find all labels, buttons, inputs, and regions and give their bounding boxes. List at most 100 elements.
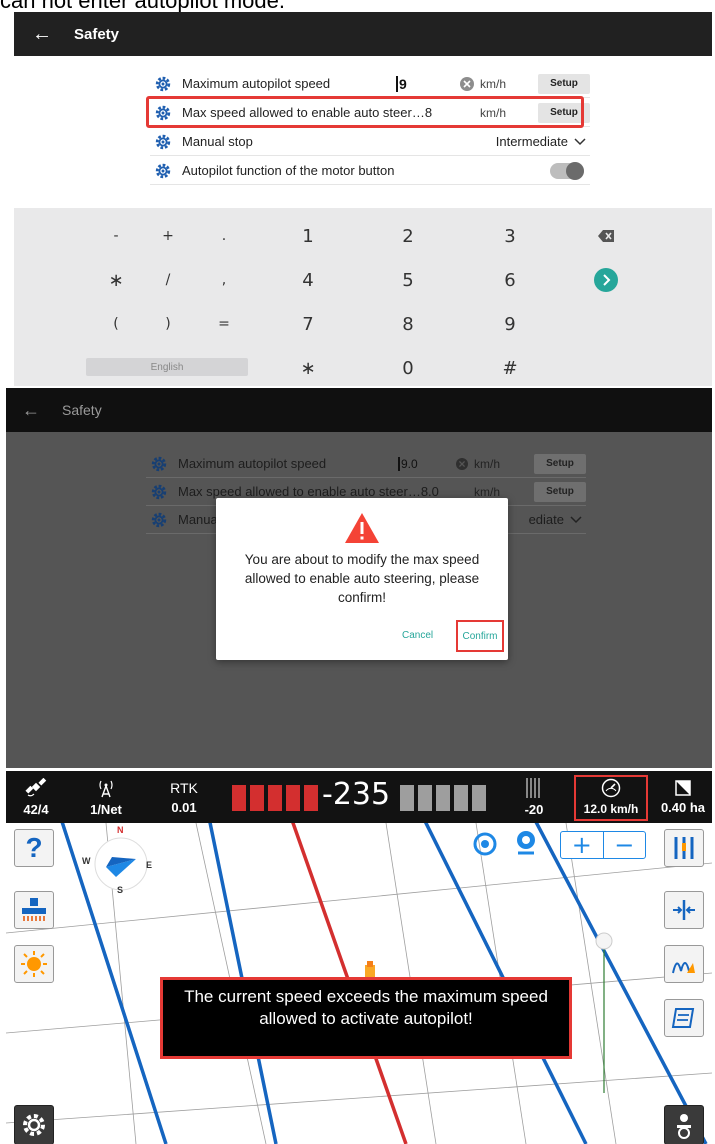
clear-icon[interactable] [456,457,474,470]
key-1[interactable]: 1 [278,216,338,256]
satellite-count: 42/4 [23,801,49,817]
setting-label: Autopilot function of the motor button [182,163,395,178]
unit-label: km/h [480,76,507,91]
screenshot-collage: can not enter autopilot mode. ← Safety M… [0,0,715,1144]
key-9[interactable]: 9 [480,304,540,344]
key-comma[interactable]: , [194,260,254,300]
steering-driver-icon [677,1114,691,1139]
key-2[interactable]: 2 [378,216,438,256]
implement-button[interactable] [14,891,54,929]
offset-bar-segment [418,785,432,811]
area-status[interactable]: 0.40 ha [658,771,708,823]
boundary-icon [671,1008,695,1028]
field-map[interactable]: N S E W ? + − The current speed exceeds … [6,823,712,1144]
autopilot-engage-button[interactable] [664,1105,704,1144]
heading-offset-value: -20 [524,801,544,817]
compass-west: W [82,856,91,866]
network-value: 1/Net [90,801,122,817]
speedometer-icon [601,778,621,798]
key-close-paren[interactable]: ) [138,304,198,344]
help-button[interactable]: ? [14,829,54,867]
gear-icon [155,134,171,149]
setting-label: Manual stop [182,134,253,149]
camera-icon[interactable] [512,829,540,857]
manual-stop-select[interactable]: ediate [529,512,564,527]
gear-icon [23,1114,45,1136]
lines-icon [526,777,540,798]
settings-button[interactable] [14,1105,54,1144]
offset-bar-segment [268,785,282,811]
key-8[interactable]: 8 [378,304,438,344]
key-4[interactable]: 4 [278,260,338,300]
clear-icon[interactable] [460,76,480,91]
chevron-down-icon[interactable] [570,512,582,527]
zoom-in-button[interactable]: + [561,831,604,859]
setup-button[interactable]: Setup [534,453,586,474]
heading-offset-status[interactable]: -20 [514,771,554,823]
line-shift-button[interactable] [664,891,704,929]
setup-button[interactable]: Setup [534,481,586,502]
manual-stop-select[interactable]: Intermediate [496,134,568,149]
zoom-controls: + − [560,831,646,859]
curve-line-button[interactable] [664,945,704,983]
chevron-down-icon[interactable] [574,134,586,149]
speed-input[interactable]: 9 [396,75,460,92]
speed-warning-toast: The current speed exceeds the maximum sp… [160,977,572,1059]
confirm-button[interactable]: Confirm [456,620,504,652]
guidance-lines-button[interactable] [664,829,704,867]
compass-south: S [117,885,124,895]
offset-bar-segment [232,785,246,811]
sun-icon [21,951,47,977]
key-equals[interactable]: = [194,304,254,344]
key-open-paren[interactable]: ( [86,304,146,344]
brightness-button[interactable] [14,945,54,983]
back-arrow-icon[interactable]: ← [22,400,40,421]
satellite-status[interactable]: 42/4 [12,771,60,823]
backspace-icon[interactable] [576,216,636,256]
zoom-out-button[interactable]: − [604,831,646,859]
gear-icon [155,76,171,91]
setting-label: Maximum autopilot speed [178,456,327,471]
key-asterisk[interactable]: ∗ [86,260,146,300]
speed-input[interactable]: 9.0 [398,456,456,471]
key-0[interactable]: 0 [378,348,438,386]
back-arrow-icon[interactable]: ← [32,12,52,56]
language-switch[interactable]: English [86,358,248,376]
confirm-dialog: You are about to modify the max speed al… [216,498,508,660]
key-minus[interactable]: - [86,216,146,256]
key-asterisk-2[interactable]: ∗ [278,348,338,386]
setting-row-motor-button: Autopilot function of the motor button [150,157,590,185]
setting-row-manual-stop[interactable]: Manual stop Intermediate [150,128,590,156]
key-plus[interactable]: + [138,216,198,256]
page-title: Safety [62,402,102,418]
offset-bar-segment [400,785,414,811]
network-status[interactable]: 1/Net [82,771,130,823]
caption-text: can not enter autopilot mode. [0,0,285,12]
motor-button-toggle[interactable] [550,161,584,180]
key-dot[interactable]: . [194,216,254,256]
key-3[interactable]: 3 [480,216,540,256]
next-arrow-icon[interactable] [576,260,636,300]
speed-value: 12.0 km/h [583,802,639,816]
field-boundary-button[interactable] [664,999,704,1037]
cancel-button[interactable]: Cancel [402,630,433,641]
offset-bar-segment [304,785,318,811]
implement-icon [22,898,46,921]
setting-label: Maximum autopilot speed [182,76,331,91]
rtk-status[interactable]: RTK 0.01 [160,771,208,823]
numeric-keypad: - + . 1 2 3 ∗ / , 4 5 6 ( ) = 7 8 9 Engl… [14,208,712,386]
warning-icon [345,513,379,543]
antenna-icon [99,780,113,797]
locate-icon[interactable] [472,831,498,857]
gear-icon [155,163,171,178]
key-hash[interactable]: # [480,348,540,386]
guidance-lines-icon [674,837,694,859]
key-slash[interactable]: / [138,260,198,300]
key-5[interactable]: 5 [378,260,438,300]
key-6[interactable]: 6 [480,260,540,300]
offset-bar-segment [250,785,264,811]
autopilot-map-screen: 42/4 1/Net RTK 0.01 -235 -20 12.0 km/h 0… [6,771,712,1144]
key-7[interactable]: 7 [278,304,338,344]
speed-status[interactable]: 12.0 km/h [576,771,646,823]
setup-button[interactable]: Setup [538,73,590,94]
